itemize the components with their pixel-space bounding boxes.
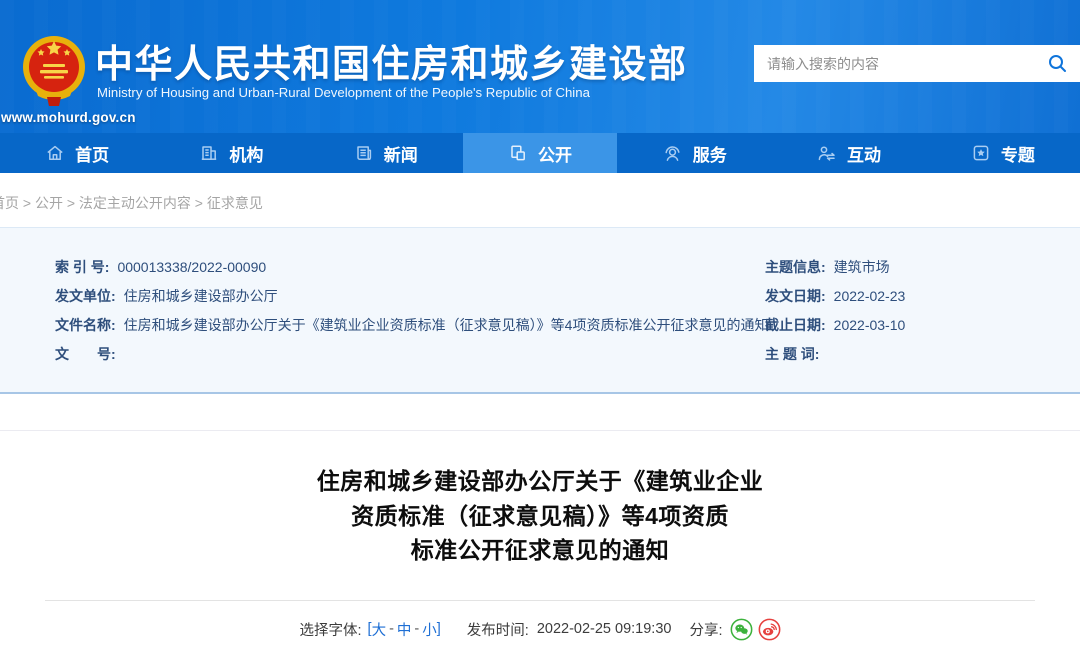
nav-item-label: 公开 <box>537 145 572 165</box>
meta-label: 索 引 号: <box>55 258 110 275</box>
meta-label: 主题信息: <box>765 258 826 275</box>
meta-label: 文件名称: <box>55 316 116 333</box>
meta-label: 发文日期: <box>765 287 826 304</box>
meta-row-deadline-date: 截止日期: 2022-03-10 <box>765 310 905 339</box>
share-label: 分享: <box>689 622 723 639</box>
nav-item-label: 机构 <box>229 145 264 165</box>
search-box <box>754 45 1080 82</box>
site-title: 中华人民共和国住房和城乡建设部 <box>95 44 688 86</box>
home-icon <box>45 143 65 163</box>
article-title-line: 资质标准（征求意见稿）》等4项资质 <box>351 502 729 529</box>
meta-value: 住房和城乡建设部办公厅关于《建筑业企业资质标准（征求意见稿）》等4项资质标准公开… <box>123 316 769 333</box>
service-icon <box>662 143 683 164</box>
organization-icon <box>199 143 219 163</box>
nav-item-label: 服务 <box>692 145 727 165</box>
nav-item-label: 专题 <box>1000 145 1035 165</box>
meta-column-left: 索 引 号: 000013338/2022-00090 发文单位: 住房和城乡建… <box>55 252 768 368</box>
search-button[interactable] <box>1034 45 1080 82</box>
topics-icon <box>971 143 991 163</box>
breadcrumb[interactable]: 首页 > 公开 > 法定主动公开内容 > 征求意见 <box>0 193 263 213</box>
meta-value: 2022-03-10 <box>833 316 906 333</box>
nav-item-topics[interactable]: 专题 <box>926 133 1080 173</box>
search-input[interactable] <box>754 45 1034 82</box>
meta-row-index-number: 索 引 号: 000013338/2022-00090 <box>55 252 768 281</box>
bracket-close: ] <box>436 621 441 637</box>
font-size-medium-button[interactable]: 中 <box>397 619 412 640</box>
article-meta-bar: 选择字体: [ 大 - 中 - 小 ] 发布时间: 2022-02-25 09:… <box>0 613 1080 645</box>
document-meta-panel: 索 引 号: 000013338/2022-00090 发文单位: 住房和城乡建… <box>0 227 1080 394</box>
meta-label: 发文单位: <box>55 287 116 304</box>
nav-item-label: 新闻 <box>383 145 418 165</box>
meta-row-document-title: 文件名称: 住房和城乡建设部办公厅关于《建筑业企业资质标准（征求意见稿）》等4项… <box>55 310 768 339</box>
main-nav: 首页 机构 新闻 公开 服务 互动 专题 <box>0 133 1080 173</box>
nav-item-home[interactable]: 首页 <box>0 133 154 173</box>
national-emblem-icon <box>23 36 85 106</box>
nav-item-label: 互动 <box>847 145 882 165</box>
font-size-small-button[interactable]: 小 <box>422 619 437 640</box>
font-size-large-button[interactable]: 大 <box>372 619 387 640</box>
section-divider <box>0 430 1080 431</box>
weibo-share-icon[interactable] <box>758 618 781 641</box>
nav-item-disclosure[interactable]: 公开 <box>462 133 618 173</box>
meta-column-right: 主题信息: 建筑市场 发文日期: 2022-02-23 截止日期: 2022-0… <box>765 252 905 368</box>
nav-item-organization[interactable]: 机构 <box>154 133 308 173</box>
disclosure-icon <box>508 143 528 163</box>
meta-value: 2022-02-23 <box>833 287 906 304</box>
wechat-share-icon[interactable] <box>730 618 753 641</box>
nav-item-services[interactable]: 服务 <box>617 133 771 173</box>
meta-value: 建筑市场 <box>833 258 890 275</box>
site-url: www.mohurd.gov.cn <box>1 110 136 125</box>
font-select-label: 选择字体: <box>299 622 362 639</box>
meta-label: 截止日期: <box>765 316 826 333</box>
meta-row-document-number: 文 号: <box>55 339 768 368</box>
article-title-line: 住房和城乡建设部办公厅关于《建筑业企业 <box>316 468 764 494</box>
search-icon <box>1048 55 1066 72</box>
breadcrumb-bar: 首页 > 公开 > 法定主动公开内容 > 征求意见 <box>0 173 1080 227</box>
meta-value: 住房和城乡建设部办公厅 <box>123 287 278 304</box>
meta-label: 主 题 词: <box>765 345 820 362</box>
site-subtitle: Ministry of Housing and Urban-Rural Deve… <box>97 85 590 100</box>
title-divider <box>45 600 1035 601</box>
dash-separator: - <box>389 621 394 637</box>
meta-value: 000013338/2022-00090 <box>117 258 267 275</box>
publish-time-label: 发布时间: <box>466 622 529 639</box>
publish-time-value: 2022-02-25 09:19:30 <box>536 621 672 637</box>
nav-item-interaction[interactable]: 互动 <box>771 133 925 173</box>
article-title: 住房和城乡建设部办公厅关于《建筑业企业 资质标准（征求意见稿）》等4项资质 标准… <box>0 464 1080 568</box>
meta-row-keywords: 主 题 词: <box>765 339 905 368</box>
meta-row-issuing-unit: 发文单位: 住房和城乡建设部办公厅 <box>55 281 768 310</box>
article-title-line: 标准公开征求意见的通知 <box>410 537 670 563</box>
site-header: www.mohurd.gov.cn 中华人民共和国住房和城乡建设部 Minist… <box>0 0 1080 133</box>
meta-row-issue-date: 发文日期: 2022-02-23 <box>765 281 905 310</box>
meta-row-topic-info: 主题信息: 建筑市场 <box>765 252 905 281</box>
nav-item-news[interactable]: 新闻 <box>309 133 463 173</box>
interaction-icon <box>816 143 837 164</box>
meta-label: 文 号: <box>55 345 116 362</box>
nav-item-label: 首页 <box>75 145 110 165</box>
dash-separator: - <box>414 621 420 637</box>
news-icon <box>354 143 374 163</box>
